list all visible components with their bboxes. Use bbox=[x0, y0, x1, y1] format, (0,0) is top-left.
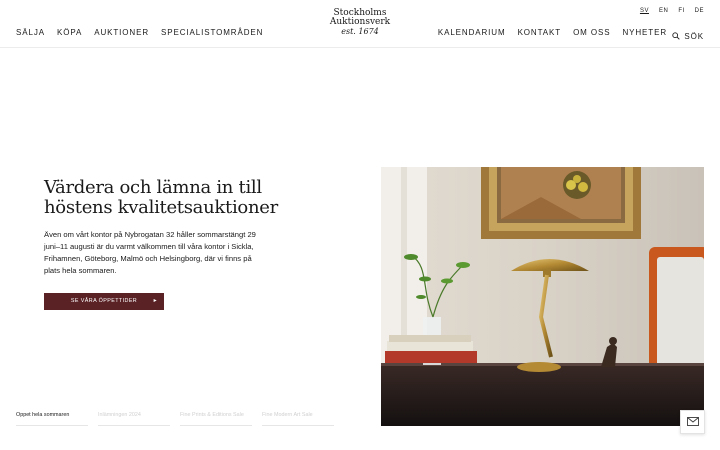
nav-om-oss[interactable]: OM OSS bbox=[573, 28, 610, 37]
slider-tabs: Öppet hela sommaren Inlämningen 2024 Fin… bbox=[16, 412, 334, 426]
hero-image bbox=[381, 167, 704, 426]
nav-specialistomraden[interactable]: SPECIALISTOMRÅDEN bbox=[161, 28, 263, 37]
nav-kalendarium[interactable]: KALENDARIUM bbox=[438, 28, 506, 37]
language-switcher: SV EN FI DE bbox=[640, 8, 704, 14]
lang-en[interactable]: EN bbox=[659, 8, 668, 14]
logo-line3: est. 1674 bbox=[341, 27, 379, 36]
slider-tab-2[interactable]: Inlämningen 2024 bbox=[98, 412, 170, 426]
hero-headline-line1: Värdera och lämna in till bbox=[44, 177, 262, 198]
play-arrow-icon: ▸ bbox=[153, 298, 157, 304]
nav-kopa[interactable]: KÖPA bbox=[57, 28, 82, 37]
slider-tab-1[interactable]: Öppet hela sommaren bbox=[16, 412, 88, 426]
lang-sv[interactable]: SV bbox=[640, 8, 649, 14]
hero-headline-line2: höstens kvalitetsauktioner bbox=[44, 197, 278, 218]
opening-hours-button[interactable]: SE VÅRA ÖPPETTIDER ▸ bbox=[44, 293, 164, 310]
slider-tab-4[interactable]: Fine Modern Art Sale bbox=[262, 412, 334, 426]
contact-mail-button[interactable] bbox=[680, 410, 705, 434]
site-header: SÄLJA KÖPA AUKTIONER SPECIALISTOMRÅDEN S… bbox=[0, 0, 720, 48]
lang-fi[interactable]: FI bbox=[678, 8, 684, 14]
nav-nyheter[interactable]: NYHETER bbox=[622, 28, 667, 37]
opening-hours-button-label: SE VÅRA ÖPPETTIDER bbox=[70, 298, 138, 304]
lang-de[interactable]: DE bbox=[695, 8, 704, 14]
nav-auktioner[interactable]: AUKTIONER bbox=[94, 28, 149, 37]
search-icon bbox=[672, 27, 681, 45]
nav-kontakt[interactable]: KONTAKT bbox=[518, 28, 562, 37]
hero-headline: Värdera och lämna in till höstens kvalit… bbox=[44, 178, 294, 218]
logo-line2: Auktionsverk bbox=[329, 17, 391, 27]
primary-nav-left: SÄLJA KÖPA AUKTIONER SPECIALISTOMRÅDEN bbox=[16, 28, 263, 37]
mail-icon bbox=[686, 413, 699, 431]
primary-nav-right: KALENDARIUM KONTAKT OM OSS NYHETER bbox=[438, 28, 667, 37]
slider-tab-3[interactable]: Fine Prints & Editions Sale bbox=[180, 412, 252, 426]
search-button[interactable]: SÖK bbox=[672, 27, 704, 45]
site-logo[interactable]: Stockholms Auktionsverk est. 1674 bbox=[323, 9, 397, 37]
hero-lead-text: Även om vårt kontor på Nybrogatan 32 hål… bbox=[44, 230, 256, 275]
search-label: SÖK bbox=[684, 31, 704, 41]
nav-salja[interactable]: SÄLJA bbox=[16, 28, 45, 37]
